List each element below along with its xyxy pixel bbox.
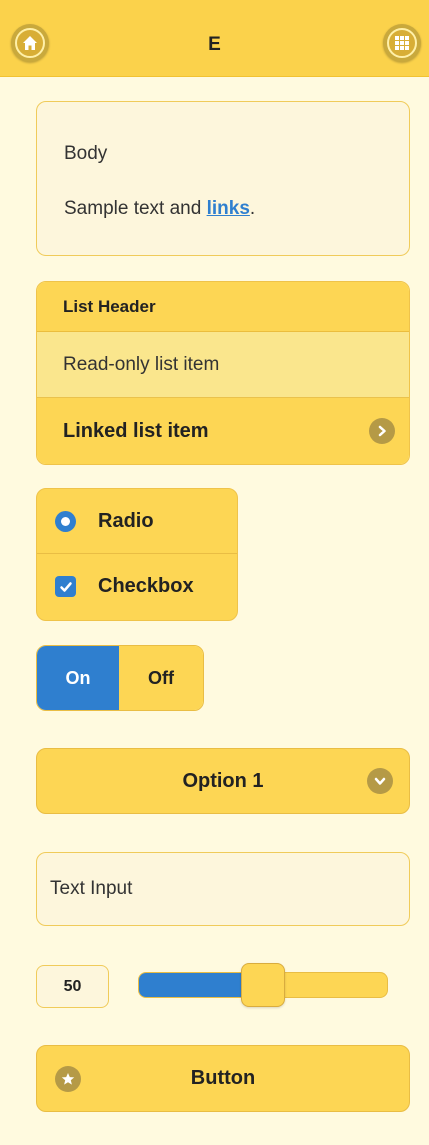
slider-handle[interactable]: [241, 963, 285, 1007]
checkbox-option[interactable]: Checkbox: [37, 554, 237, 619]
list-item-linked-label: Linked list item: [63, 420, 209, 442]
list-item-readonly: Read-only list item: [37, 332, 409, 398]
sample-text-end: .: [249, 198, 256, 219]
chevron-right-icon: [369, 418, 395, 444]
body-heading: Body: [64, 143, 108, 164]
body-sample-text: Sample text and links.: [64, 198, 255, 220]
chevron-down-icon: [367, 768, 393, 794]
choice-group: Radio Checkbox: [36, 488, 238, 621]
checkbox-label: Checkbox: [98, 575, 194, 597]
option-select[interactable]: Option 1: [36, 748, 410, 814]
list-header: List Header: [37, 282, 409, 332]
checkbox-icon[interactable]: [55, 576, 76, 597]
header-bar: E: [0, 0, 429, 77]
slider-value-field[interactable]: 50: [36, 965, 109, 1008]
page-title: E: [208, 34, 221, 55]
radio-label: Radio: [98, 510, 154, 532]
list-item-linked[interactable]: Linked list item: [37, 398, 409, 464]
radio-icon[interactable]: [55, 511, 76, 532]
on-off-toggle[interactable]: On Off: [36, 645, 204, 711]
star-icon: [55, 1066, 81, 1092]
select-value: Option 1: [182, 770, 264, 792]
list-view: List Header Read-only list item Linked l…: [36, 281, 410, 465]
text-input[interactable]: [36, 852, 410, 926]
slider-track[interactable]: [138, 963, 388, 1007]
toggle-on[interactable]: On: [37, 646, 119, 710]
star-button[interactable]: Button: [36, 1045, 410, 1112]
button-label: Button: [190, 1067, 256, 1089]
radio-option[interactable]: Radio: [37, 489, 237, 554]
grid-icon: [395, 36, 409, 50]
toggle-off[interactable]: Off: [119, 646, 203, 710]
sample-link[interactable]: links: [207, 198, 250, 219]
sample-text: Sample text and: [64, 198, 207, 219]
grid-menu-button[interactable]: [383, 24, 421, 62]
body-card: Body Sample text and links.: [36, 101, 410, 256]
